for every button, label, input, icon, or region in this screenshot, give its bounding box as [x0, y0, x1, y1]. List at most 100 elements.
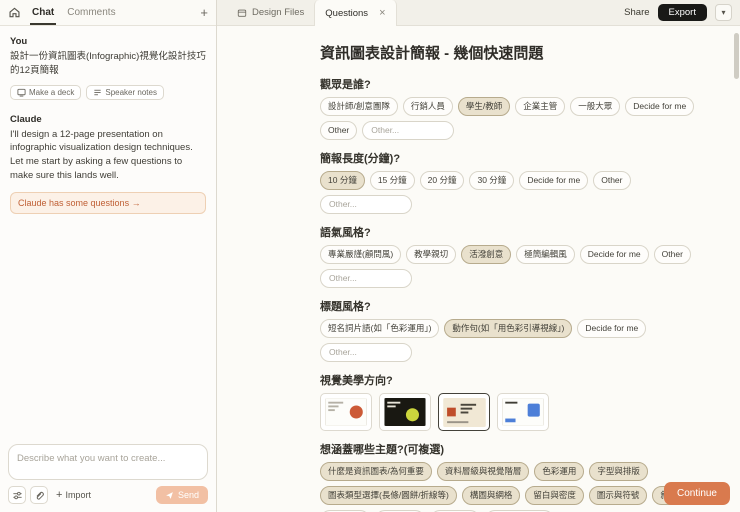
other-input[interactable] — [320, 343, 412, 363]
option-chip-selected[interactable]: 10 分鐘 — [320, 171, 365, 191]
option-chip-selected[interactable]: 圖示與符號 — [588, 486, 648, 506]
option-chip[interactable]: 20 分鐘 — [419, 171, 465, 191]
option-chip-selected[interactable]: 什麼是資訊圖表/為何重要 — [320, 462, 432, 482]
option-chip[interactable]: 30 分鐘 — [469, 171, 515, 191]
home-icon[interactable] — [8, 0, 21, 25]
question-section-tone: 語氣風格? 專業嚴謹(顧問風) 教學親切 活潑創意 極簡編輯風 Decide f… — [320, 224, 712, 289]
option-chip[interactable]: 行銷人員 — [402, 97, 453, 117]
sidebar-topbar: Chat Comments + — [0, 0, 216, 26]
attach-icon[interactable] — [30, 486, 48, 504]
option-chip-selected[interactable]: 活潑創意 — [461, 245, 512, 265]
option-chip-selected[interactable]: 學生/教師 — [457, 97, 511, 117]
send-label: Send — [177, 490, 199, 500]
question-label: 語氣風格? — [320, 227, 371, 240]
option-chip[interactable]: Decide for me — [519, 171, 589, 191]
other-input[interactable] — [320, 195, 412, 215]
speaker-notes-label: Speaker notes — [105, 87, 157, 97]
option-row: 10 分鐘 15 分鐘 20 分鐘 30 分鐘 Decide for me Ot… — [320, 171, 712, 215]
question-label: 想涵蓋哪些主題?(可複選) — [320, 444, 445, 457]
continue-button[interactable]: Continue — [663, 482, 730, 505]
new-chat-button[interactable]: + — [200, 0, 208, 25]
prompt-input-box[interactable] — [8, 444, 208, 480]
app-window: Chat Comments + You 設計一份資訊圖表(Infographic… — [0, 0, 740, 512]
style-option-light-blue[interactable] — [497, 393, 549, 432]
option-row: 專業嚴謹(顧問風) 教學親切 活潑創意 極簡編輯風 Decide for me … — [320, 245, 712, 289]
option-row: 短名詞片語(如「色彩運用」) 動作句(如「用色彩引導視線」) Decide fo… — [320, 319, 712, 363]
option-chip[interactable]: Other — [320, 121, 358, 141]
option-chip-selected[interactable]: 留白與密度 — [525, 486, 584, 506]
option-chip-selected[interactable]: 動作句(如「用色彩引導視線」) — [444, 319, 573, 339]
style-option-light-orange[interactable] — [320, 393, 372, 432]
make-a-deck-label: Make a deck — [29, 87, 75, 97]
question-section-aesthetic: 視覺美學方向? — [320, 372, 712, 432]
question-label: 簡報長度(分鐘)? — [320, 153, 401, 166]
option-chip[interactable]: Other — [653, 245, 691, 265]
style-preview-icon — [442, 397, 486, 427]
question-label: 標題風格? — [320, 301, 371, 314]
other-input[interactable] — [362, 121, 455, 141]
tab-design-files[interactable]: Design Files — [227, 0, 314, 25]
option-chip[interactable]: 專業嚴謹(顧問風) — [320, 245, 402, 265]
page-title: 資訊圖表設計簡報 - 幾個快速問題 — [320, 45, 544, 62]
import-label: Import — [65, 490, 91, 500]
make-a-deck-chip[interactable]: Make a deck — [10, 84, 82, 100]
main-panel: Design Files Questions × Share Export ▾ … — [217, 0, 740, 512]
send-button[interactable]: Send — [155, 486, 208, 504]
chat-sidebar: Chat Comments + You 設計一份資訊圖表(Infographic… — [0, 0, 217, 512]
style-thumbnails — [320, 393, 712, 432]
close-icon[interactable]: × — [379, 7, 385, 19]
tab-comments[interactable]: Comments — [65, 0, 117, 25]
option-chip[interactable]: Decide for me — [625, 97, 695, 117]
export-button[interactable]: Export — [657, 4, 707, 21]
question-section-audience: 觀眾是誰? 設計師/創意團隊 行銷人員 學生/教師 企業主管 一般大眾 Deci… — [320, 76, 712, 141]
composer: + Import Send — [0, 436, 216, 512]
style-preview-icon — [384, 398, 426, 427]
chevron-down-icon[interactable]: ▾ — [715, 4, 732, 21]
style-option-cream-red[interactable] — [438, 393, 490, 432]
tab-questions[interactable]: Questions × — [314, 0, 397, 26]
share-button[interactable]: Share — [624, 7, 649, 18]
plus-icon: + — [56, 488, 63, 501]
option-chip[interactable]: 15 分鐘 — [369, 171, 415, 191]
scrollbar[interactable] — [734, 28, 739, 508]
style-preview-icon — [502, 398, 544, 427]
option-chip-selected[interactable]: 構圖與網格 — [461, 486, 521, 506]
settings-icon[interactable] — [8, 486, 26, 504]
scrollbar-thumb[interactable] — [734, 33, 739, 79]
option-chip[interactable]: 短名詞片語(如「色彩運用」) — [320, 319, 440, 339]
style-option-dark-yellow[interactable] — [379, 393, 431, 432]
composer-toolbar: + Import Send — [8, 486, 208, 504]
option-chip-selected[interactable]: 資料層級與視覺階層 — [436, 462, 530, 482]
import-button[interactable]: + Import — [52, 488, 95, 503]
option-chip[interactable]: Decide for me — [577, 319, 647, 339]
user-sender-label: You — [10, 36, 28, 47]
question-section-title-style: 標題風格? 短名詞片語(如「色彩運用」) 動作句(如「用色彩引導視線」) Dec… — [320, 298, 712, 363]
speaker-notes-chip[interactable]: Speaker notes — [86, 84, 164, 100]
send-icon — [166, 491, 173, 499]
topbar-actions: Share Export ▾ — [624, 0, 740, 25]
option-chip[interactable]: 一般大眾 — [570, 97, 621, 117]
user-message: 設計一份資訊圖表(Infographic)視覺化設計技巧的12頁簡報 — [10, 51, 206, 76]
option-chip-selected[interactable]: 色彩運用 — [534, 462, 585, 482]
option-chip[interactable]: 企業主管 — [515, 97, 566, 117]
option-chip-selected[interactable]: 圖表類型選擇(長條/圓餅/折線等) — [320, 486, 457, 506]
other-input[interactable] — [320, 269, 412, 289]
tab-chat[interactable]: Chat — [30, 0, 56, 25]
option-chip[interactable]: 教學親切 — [406, 245, 457, 265]
option-chip[interactable]: Decide for me — [579, 245, 649, 265]
option-row: 設計師/創意團隊 行銷人員 學生/教師 企業主管 一般大眾 Decide for… — [320, 97, 712, 141]
style-preview-icon — [325, 398, 367, 427]
files-icon — [237, 9, 247, 17]
design-files-label: Design Files — [252, 7, 305, 18]
claude-questions-banner[interactable]: Claude has some questions → — [10, 191, 206, 214]
option-chip[interactable]: 設計師/創意團隊 — [320, 97, 398, 117]
option-chip-selected[interactable]: 字型與排版 — [589, 462, 648, 482]
option-chip[interactable]: 極簡編輯風 — [516, 245, 575, 265]
prompt-input[interactable] — [17, 453, 199, 464]
question-label: 觀眾是誰? — [320, 79, 371, 91]
message-action-chips: Make a deck Speaker notes — [10, 84, 206, 100]
option-chip[interactable]: Other — [593, 171, 631, 191]
question-section-topics: 想涵蓋哪些主題?(可複選) 什麼是資訊圖表/為何重要 資料層級與視覺階層 色彩運… — [320, 441, 712, 512]
document-tabbar: Design Files Questions × Share Export ▾ — [217, 0, 740, 26]
option-row: 什麼是資訊圖表/為何重要 資料層級與視覺階層 色彩運用 字型與排版 圖表類型選擇… — [320, 462, 712, 512]
